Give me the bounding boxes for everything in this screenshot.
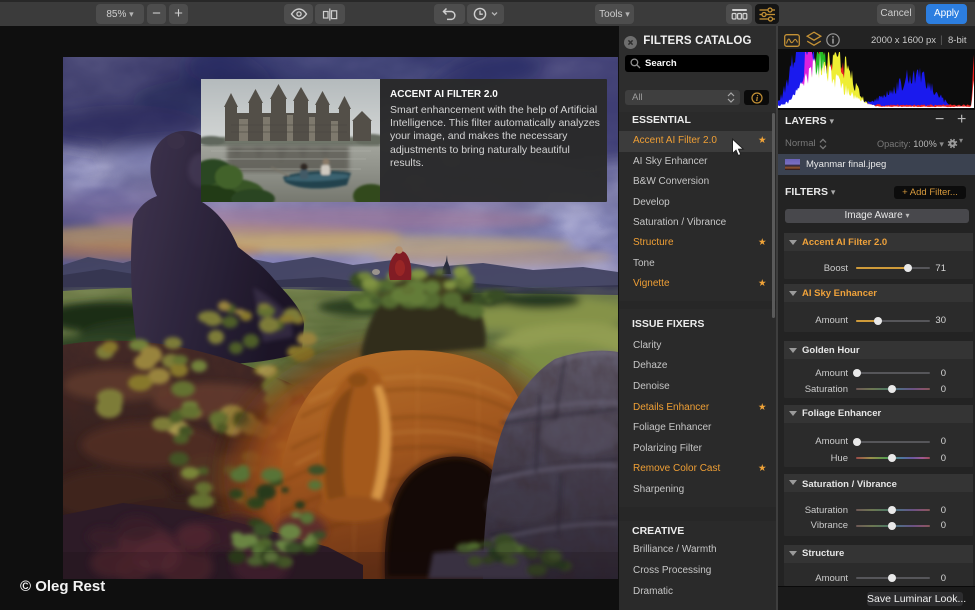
svg-text:i: i (756, 93, 759, 103)
